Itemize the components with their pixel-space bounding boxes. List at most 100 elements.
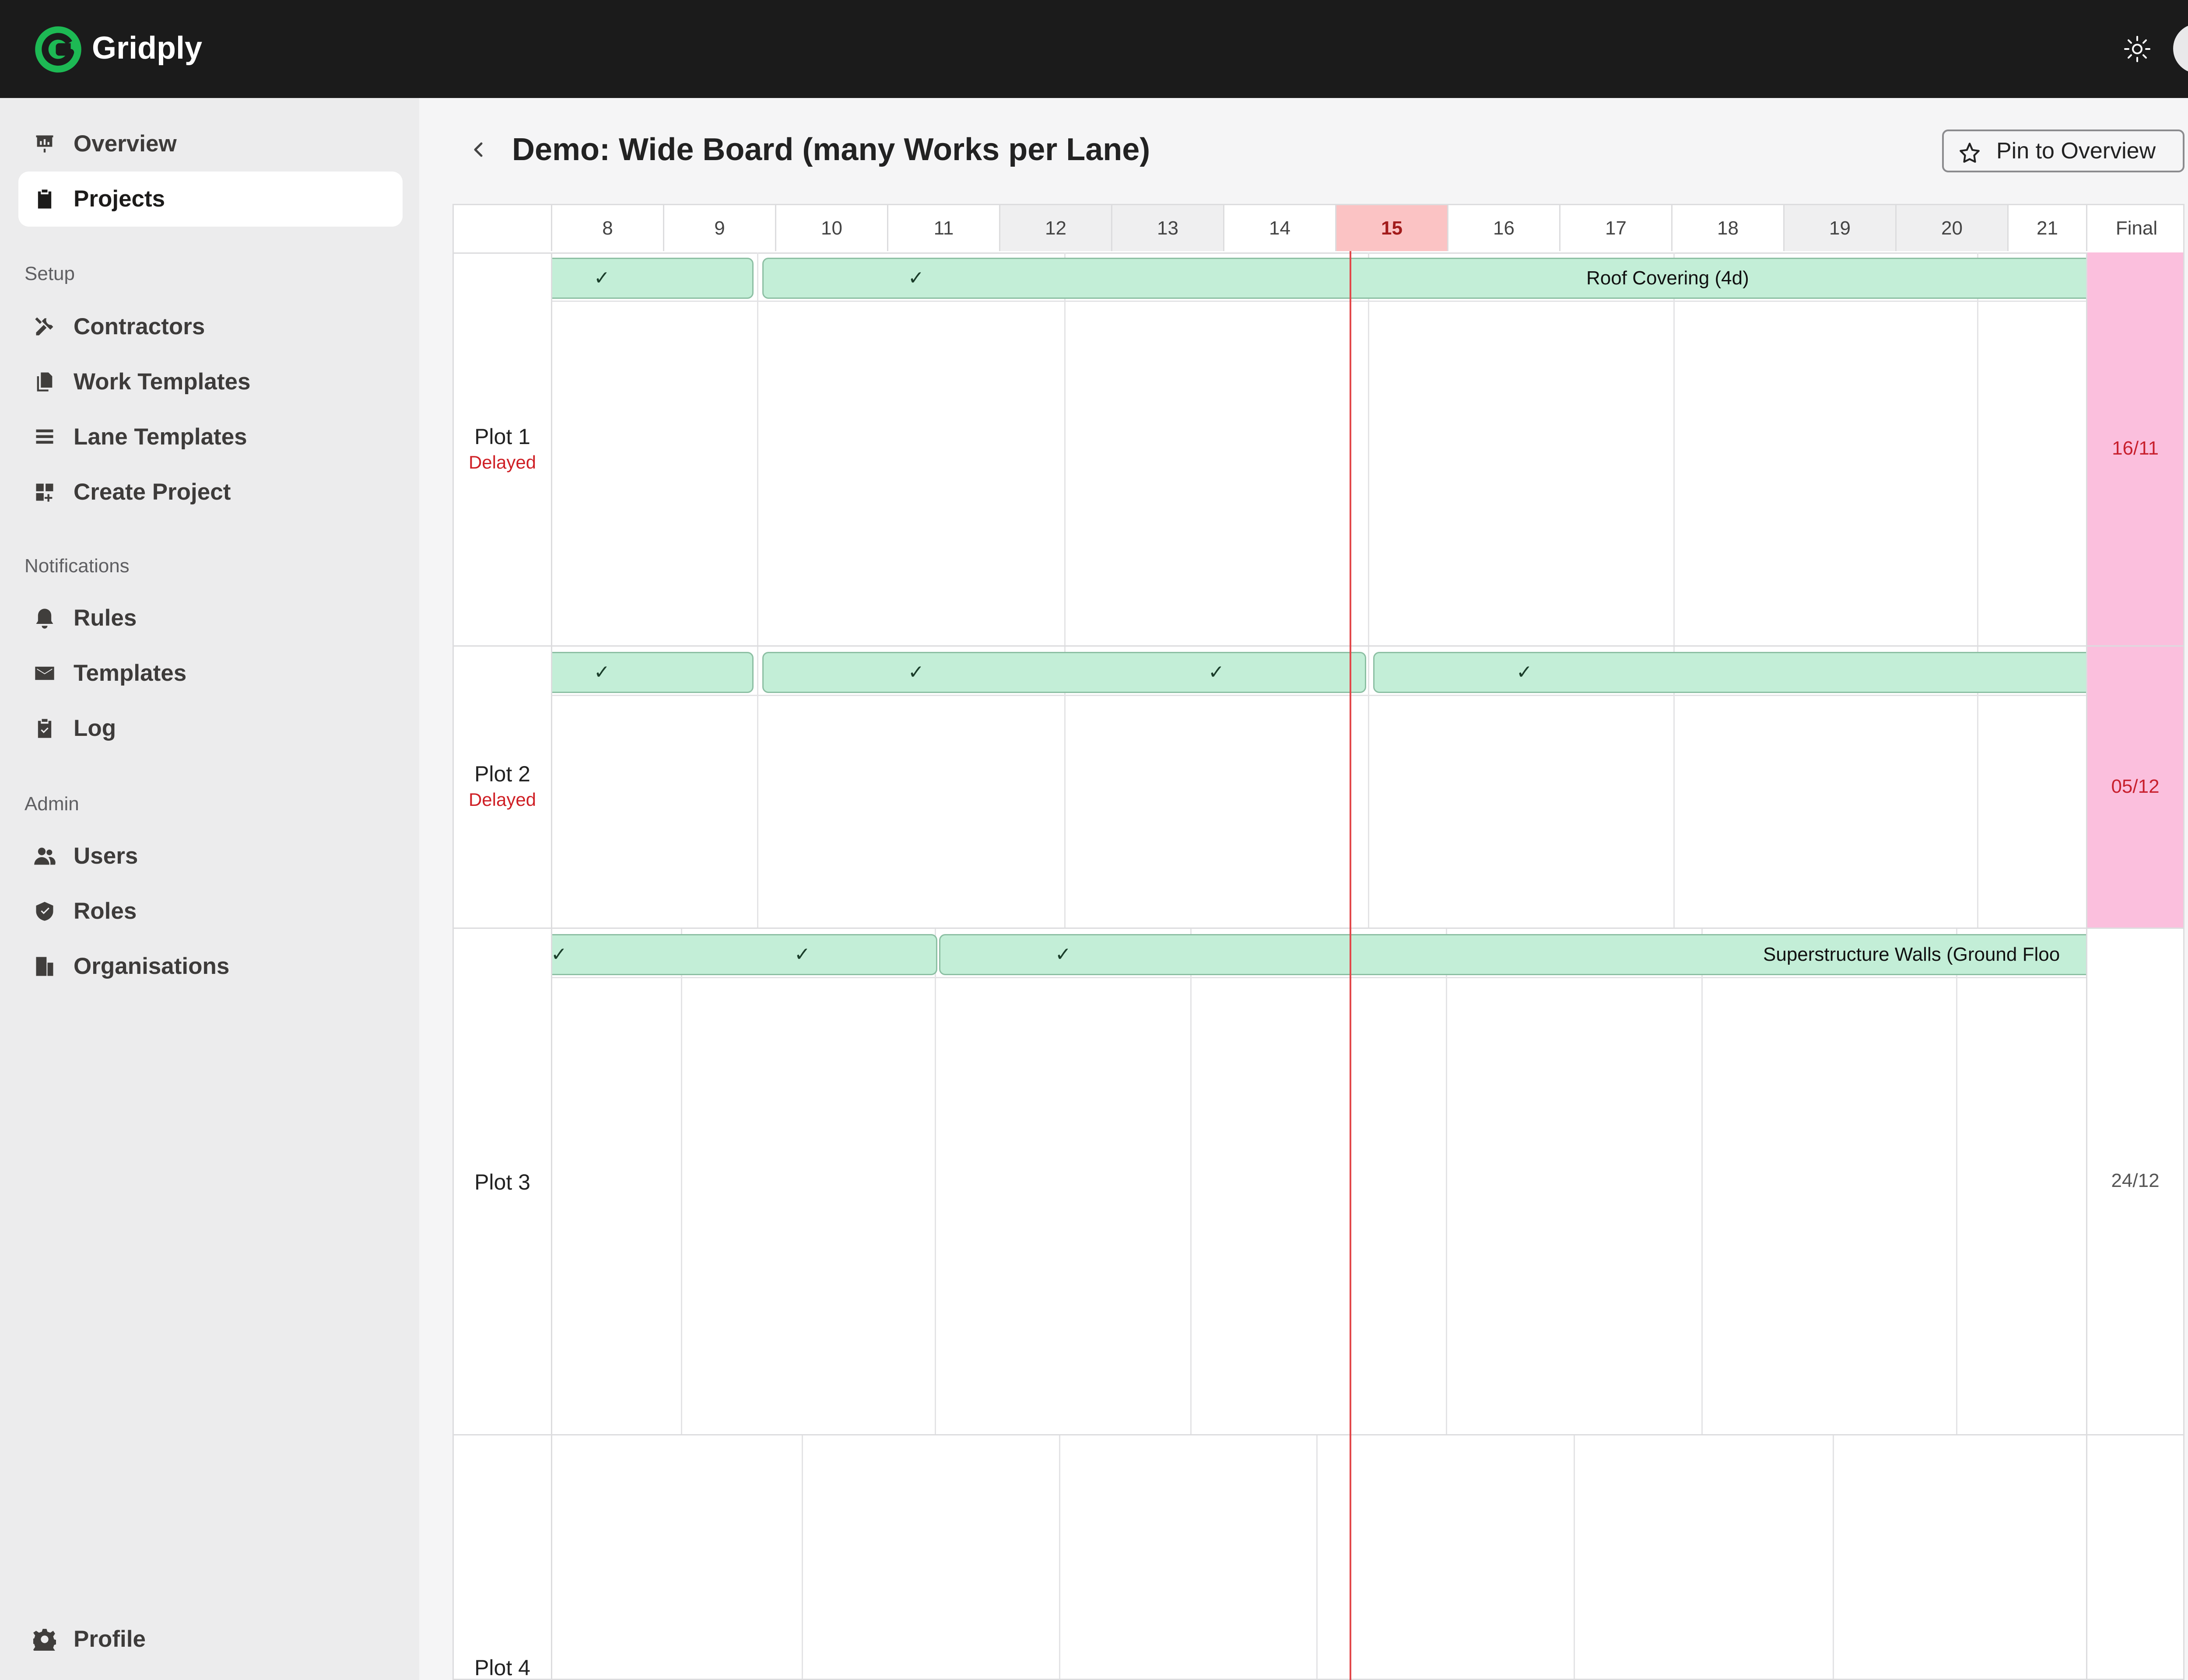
- lane-name[interactable]: Plot 4: [454, 1654, 551, 1679]
- work-bar-label: Roof Covering (4d): [1586, 267, 1749, 289]
- sidebar-item-notification-templates[interactable]: Templates: [18, 646, 403, 701]
- day-header-cell: 13: [1111, 205, 1223, 251]
- gear-icon: [33, 1629, 56, 1651]
- building-icon: [36, 957, 53, 976]
- sidebar: Overview Projects Setup Contractors Work…: [0, 98, 419, 1680]
- final-column-header: Final: [2086, 205, 2183, 251]
- check-icon: ✓: [794, 944, 810, 965]
- final-date-cell: 05/12: [2086, 647, 2183, 928]
- sidebar-item-label: Users: [74, 843, 138, 869]
- lane-name[interactable]: Plot 2: [454, 760, 551, 788]
- work-bar[interactable]: ✓: [552, 258, 754, 299]
- avatar[interactable]: [2173, 24, 2188, 74]
- check-icon: ✓: [594, 662, 610, 683]
- sidebar-item-label: Overview: [74, 131, 177, 157]
- documents-icon: [37, 372, 53, 392]
- check-icon: ✓: [908, 662, 924, 683]
- day-header-cell: 10: [775, 205, 887, 251]
- sidebar-item-work-templates[interactable]: Work Templates: [18, 354, 403, 410]
- presentation-chart-icon: [36, 135, 53, 153]
- sidebar-item-users[interactable]: Users: [18, 829, 403, 884]
- work-bar[interactable]: ✓: [552, 652, 754, 693]
- users-icon: [34, 847, 56, 865]
- bell-icon: [36, 609, 53, 629]
- day-header-cell: 12: [999, 205, 1111, 251]
- sidebar-item-label: Create Project: [74, 479, 231, 505]
- day-header-cell: 8: [551, 205, 663, 251]
- lane-grid: ✓ ✓ ✓ Superstructure Walls (Ground Floo: [551, 929, 2086, 1434]
- sidebar-item-label: Projects: [74, 186, 165, 212]
- day-header-cell: 15: [1335, 205, 1447, 251]
- star-icon: [1960, 143, 1980, 163]
- sun-icon[interactable]: [2123, 35, 2151, 63]
- pin-to-overview-label: Pin to Overview: [1996, 138, 2156, 164]
- day-header-cell: 17: [1559, 205, 1671, 251]
- final-date-cell: 24/12: [2086, 929, 2183, 1434]
- section-title-admin: Admin: [25, 793, 79, 815]
- work-bar-roof-covering[interactable]: ✓ Roof Covering (4d): [762, 258, 2086, 299]
- pin-to-overview-button[interactable]: Pin to Overview: [1942, 130, 2184, 172]
- day-header-row: 21 20 19 18 17 16 15 14 13 12 11 10 9 8 Final: [454, 205, 2183, 254]
- lane-grid: [551, 1435, 2086, 1679]
- day-header-cell: 18: [1671, 205, 1783, 251]
- lane-grid: ✓ ✓ ✓ ✓: [551, 647, 2086, 928]
- sidebar-item-overview[interactable]: Overview: [18, 116, 403, 172]
- sidebar-item-log[interactable]: Log: [18, 701, 403, 756]
- lane-label: Plot 1 Delayed: [454, 423, 551, 475]
- sidebar-item-contractors[interactable]: Contractors: [18, 299, 403, 354]
- sidebar-item-projects[interactable]: Projects: [18, 172, 403, 227]
- gridply-logo-icon[interactable]: [34, 25, 82, 74]
- lane-name[interactable]: Plot 3: [454, 1169, 551, 1196]
- sidebar-item-rules[interactable]: Rules: [18, 591, 403, 646]
- lane-status-delayed: Delayed: [468, 789, 536, 810]
- work-bar-superstructure-walls[interactable]: ✓ Superstructure Walls (Ground Floo: [939, 934, 2086, 975]
- today-marker-line: [1350, 251, 1351, 1680]
- check-icon: ✓: [551, 944, 567, 965]
- sidebar-item-lane-templates[interactable]: Lane Templates: [18, 410, 403, 465]
- clipboard-check-icon: [38, 719, 52, 738]
- lane-label: Plot 4: [454, 1654, 551, 1679]
- sidebar-item-label: Rules: [74, 605, 137, 631]
- work-bar-label: Superstructure Walls (Ground Floo: [1763, 944, 2060, 965]
- check-icon: ✓: [908, 267, 924, 289]
- day-header-cell: 14: [1223, 205, 1335, 251]
- section-title-notifications: Notifications: [25, 555, 130, 577]
- day-header-cell: 11: [887, 205, 999, 251]
- sidebar-item-label: Work Templates: [74, 369, 251, 395]
- envelope-icon: [35, 666, 54, 680]
- work-bar[interactable]: ✓: [1373, 652, 2086, 693]
- sidebar-item-label: Templates: [74, 660, 187, 686]
- sidebar-item-label: Contractors: [74, 314, 205, 340]
- lane-plot-2: Plot 2 Delayed ✓ ✓ ✓ ✓ 05/12: [454, 647, 2183, 929]
- sidebar-item-roles[interactable]: Roles: [18, 884, 403, 939]
- sidebar-item-label: Log: [74, 715, 116, 741]
- lane-grid: ✓ ✓ Roof Covering (4d): [551, 252, 2086, 645]
- day-header-cell: 20: [1895, 205, 2007, 251]
- sidebar-item-label: Roles: [74, 898, 137, 924]
- check-icon: ✓: [1516, 662, 1532, 683]
- page-title: Demo: Wide Board (many Works per Lane): [512, 132, 1150, 167]
- sidebar-item-label: Profile: [74, 1626, 146, 1652]
- sidebar-item-label: Lane Templates: [74, 424, 247, 450]
- lane-label: Plot 3: [454, 1169, 551, 1196]
- day-header-cell: 19: [1783, 205, 1895, 251]
- check-icon: ✓: [1208, 662, 1224, 683]
- schedule-board: 21 20 19 18 17 16 15 14 13 12 11 10 9 8 Final Plot 1 …: [452, 204, 2184, 1680]
- brand-name[interactable]: Gridply: [92, 30, 202, 66]
- section-title-setup: Setup: [25, 263, 75, 284]
- lane-plot-1: Plot 1 Delayed ✓ ✓ Roof Covering (4d) 16…: [454, 252, 2183, 647]
- back-chevron-icon[interactable]: [470, 141, 487, 158]
- check-icon: ✓: [1055, 944, 1071, 965]
- sidebar-item-create-project[interactable]: Create Project: [18, 465, 403, 520]
- sidebar-item-profile[interactable]: Profile: [18, 1612, 403, 1667]
- work-bar[interactable]: ✓ ✓: [551, 934, 937, 975]
- lane-status-delayed: Delayed: [468, 452, 536, 472]
- work-bar[interactable]: ✓ ✓: [762, 652, 1366, 693]
- lane-name[interactable]: Plot 1: [454, 423, 551, 450]
- clipboard-icon: [38, 189, 52, 209]
- final-date-cell: [2086, 1435, 2183, 1679]
- grid-plus-icon: [36, 483, 53, 502]
- sidebar-item-organisations[interactable]: Organisations: [18, 939, 403, 994]
- check-icon: ✓: [594, 267, 610, 289]
- day-header-cell: 16: [1447, 205, 1559, 251]
